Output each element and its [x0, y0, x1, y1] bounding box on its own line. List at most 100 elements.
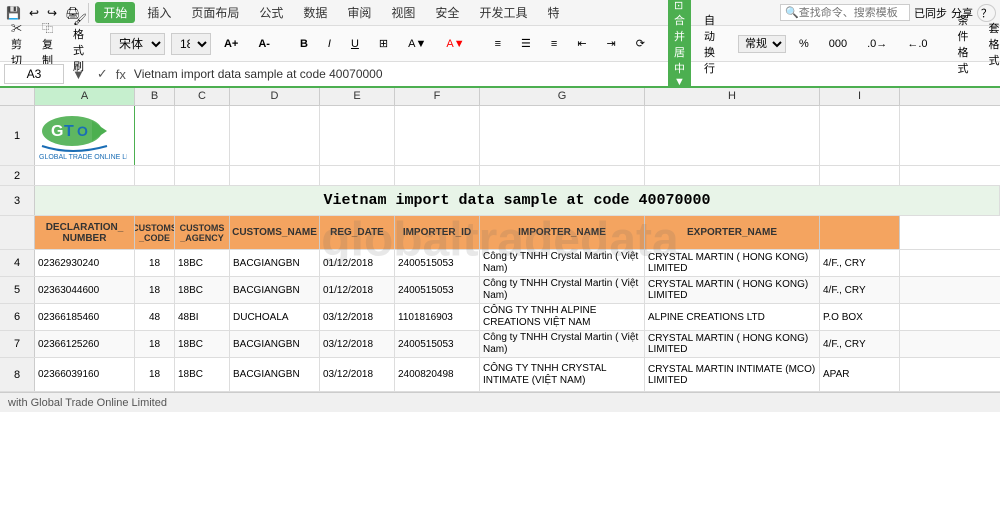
cell-I7[interactable]: 4/F., CRY — [820, 331, 900, 357]
cell-I2[interactable] — [820, 166, 900, 185]
align-right-btn[interactable]: ≡ — [544, 35, 564, 53]
menu-kaishi[interactable]: 开始 — [95, 2, 135, 23]
cell-A4[interactable]: 02362930240 — [35, 250, 135, 276]
menu-shitu[interactable]: 视图 — [383, 2, 423, 23]
cell-E8[interactable]: 03/12/2018 — [320, 358, 395, 391]
cell-A5[interactable]: 02363044600 — [35, 277, 135, 303]
percent-btn[interactable]: % — [792, 35, 816, 53]
cell-E4[interactable]: 01/12/2018 — [320, 250, 395, 276]
cell-I5[interactable]: 4/F., CRY — [820, 277, 900, 303]
col-header-C[interactable]: C — [175, 88, 230, 105]
cell-G6[interactable]: CÔNG TY TNHH ALPINE CREATIONS VIỆT NAM — [480, 304, 645, 330]
indent-inc-btn[interactable]: ⇥ — [600, 34, 623, 53]
orientation-btn[interactable]: ⟳ — [629, 34, 652, 53]
cell-I8[interactable]: APAR — [820, 358, 900, 391]
cell-F4[interactable]: 2400515053 — [395, 250, 480, 276]
menu-gongshi[interactable]: 公式 — [251, 2, 291, 23]
cell-C6[interactable]: 48BI — [175, 304, 230, 330]
align-left-btn[interactable]: ≡ — [488, 35, 508, 53]
menu-anquan[interactable]: 安全 — [427, 2, 467, 23]
cell-B4[interactable]: 18 — [135, 250, 175, 276]
font-grow-btn[interactable]: A+ — [217, 35, 245, 53]
menu-kaifagongju[interactable]: 开发工具 — [471, 2, 535, 23]
sync-label[interactable]: 已同步 — [914, 5, 947, 21]
cell-H8[interactable]: CRYSTAL MARTIN INTIMATE (MCO) LIMITED — [645, 358, 820, 391]
cell-A6[interactable]: 02366185460 — [35, 304, 135, 330]
col-header-E[interactable]: E — [320, 88, 395, 105]
col-header-F[interactable]: F — [395, 88, 480, 105]
cell-H6[interactable]: ALPINE CREATIONS LTD — [645, 304, 820, 330]
italic-btn[interactable]: I — [321, 35, 338, 53]
cell-E5[interactable]: 01/12/2018 — [320, 277, 395, 303]
comma-btn[interactable]: 000 — [822, 35, 854, 53]
search-box[interactable]: 🔍 — [780, 4, 910, 21]
indent-dec-btn[interactable]: ⇤ — [570, 34, 593, 53]
search-input[interactable] — [799, 7, 899, 19]
cell-E6[interactable]: 03/12/2018 — [320, 304, 395, 330]
cell-B8[interactable]: 18 — [135, 358, 175, 391]
col-header-H[interactable]: H — [645, 88, 820, 105]
font-size-selector[interactable]: 18 — [171, 33, 211, 55]
cell-B7[interactable]: 18 — [135, 331, 175, 357]
cell-D4[interactable]: BACGIANGBN — [230, 250, 320, 276]
cell-G8[interactable]: CÔNG TY TNHH CRYSTAL INTIMATE (VIỆT NAM) — [480, 358, 645, 391]
cell-B2[interactable] — [135, 166, 175, 185]
cell-H7[interactable]: CRYSTAL MARTIN ( HONG KONG) LIMITED — [645, 331, 820, 357]
col-header-A[interactable]: A — [35, 88, 135, 105]
cell-A8[interactable]: 02366039160 — [35, 358, 135, 391]
bold-btn[interactable]: B — [293, 35, 315, 53]
fill-color-btn[interactable]: A▼ — [401, 35, 433, 53]
col-header-I[interactable]: I — [820, 88, 900, 105]
cell-F2[interactable] — [395, 166, 480, 185]
col-header-D[interactable]: D — [230, 88, 320, 105]
cell-E2[interactable] — [320, 166, 395, 185]
cell-D7[interactable]: BACGIANGBN — [230, 331, 320, 357]
cell-A2[interactable] — [35, 166, 135, 185]
format-selector[interactable]: 常规 — [738, 35, 786, 53]
col-header-B[interactable]: B — [135, 88, 175, 105]
cell-F6[interactable]: 1101816903 — [395, 304, 480, 330]
decimal-dec-btn[interactable]: ←.0 — [900, 35, 934, 53]
cut-btn[interactable]: ✂ 剪切 — [4, 17, 29, 71]
formula-expand-icon[interactable]: ▼ — [68, 67, 89, 82]
menu-charu[interactable]: 插入 — [139, 2, 179, 23]
cell-I6[interactable]: P.O BOX — [820, 304, 900, 330]
cell-H2[interactable] — [645, 166, 820, 185]
cell-A7[interactable]: 02366125260 — [35, 331, 135, 357]
cell-G7[interactable]: Công ty TNHH Crystal Martin ( Việt Nam) — [480, 331, 645, 357]
menu-pagebuju[interactable]: 页面布局 — [183, 2, 247, 23]
cell-C8[interactable]: 18BC — [175, 358, 230, 391]
cell-D2[interactable] — [230, 166, 320, 185]
cell-C2[interactable] — [175, 166, 230, 185]
font-selector[interactable]: 宋体 — [110, 33, 165, 55]
cell-H4[interactable]: CRYSTAL MARTIN ( HONG KONG) LIMITED — [645, 250, 820, 276]
cell-F7[interactable]: 2400515053 — [395, 331, 480, 357]
menu-te[interactable]: 特 — [539, 2, 567, 23]
cell-C4[interactable]: 18BC — [175, 250, 230, 276]
cell-G2[interactable] — [480, 166, 645, 185]
cell-I4[interactable]: 4/F., CRY — [820, 250, 900, 276]
cell-C7[interactable]: 18BC — [175, 331, 230, 357]
cell-D8[interactable]: BACGIANGBN — [230, 358, 320, 391]
cell-D6[interactable]: DUCHOALA — [230, 304, 320, 330]
cell-F8[interactable]: 2400820498 — [395, 358, 480, 391]
cell-reference-input[interactable] — [4, 64, 64, 84]
underline-btn[interactable]: U — [344, 35, 366, 53]
cell-H5[interactable]: CRYSTAL MARTIN ( HONG KONG) LIMITED — [645, 277, 820, 303]
cell-E7[interactable]: 03/12/2018 — [320, 331, 395, 357]
menu-shenyue[interactable]: 审阅 — [339, 2, 379, 23]
cell-B5[interactable]: 18 — [135, 277, 175, 303]
col-header-G[interactable]: G — [480, 88, 645, 105]
cell-D5[interactable]: BACGIANGBN — [230, 277, 320, 303]
decimal-inc-btn[interactable]: .0→ — [860, 35, 894, 53]
cell-C5[interactable]: 18BC — [175, 277, 230, 303]
cell-G5[interactable]: Công ty TNHH Crystal Martin ( Việt Nam) — [480, 277, 645, 303]
table-format-btn[interactable]: 套格式 — [982, 17, 1000, 71]
menu-shuju[interactable]: 数据 — [295, 2, 335, 23]
copy-btn[interactable]: ⿻ 复制 — [35, 17, 60, 71]
font-shrink-btn[interactable]: A- — [251, 35, 277, 53]
cell-G4[interactable]: Công ty TNHH Crystal Martin ( Việt Nam) — [480, 250, 645, 276]
font-color-btn[interactable]: A▼ — [439, 35, 471, 53]
border-btn[interactable]: ⊞ — [372, 34, 395, 53]
align-center-btn[interactable]: ☰ — [514, 34, 538, 53]
